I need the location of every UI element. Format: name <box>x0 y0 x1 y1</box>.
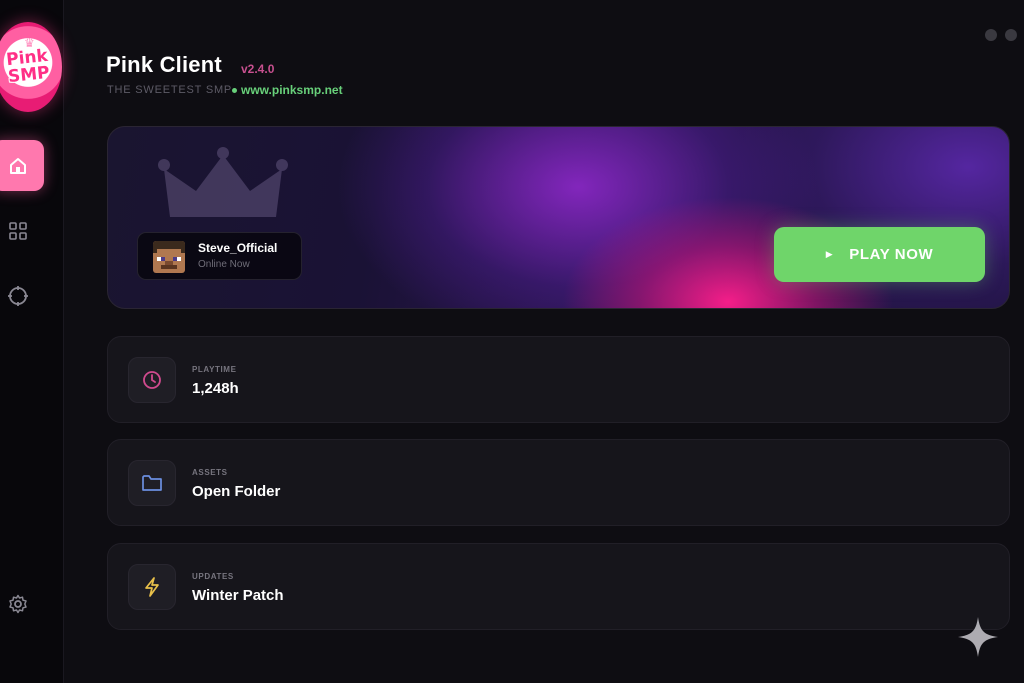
open-folder-link[interactable]: Open Folder <box>192 483 280 500</box>
assets-label: ASSETS <box>192 468 228 477</box>
assets-icon-box <box>128 460 176 506</box>
website-link[interactable]: www.pinksmp.net <box>232 83 343 97</box>
settings-button[interactable] <box>6 592 30 616</box>
crown-icon <box>158 147 288 217</box>
close-button[interactable] <box>1005 29 1017 41</box>
username: Steve_Official <box>198 241 278 255</box>
hero-banner: Steve_Official Online Now ▶ PLAY NOW <box>107 126 1010 309</box>
clock-icon <box>143 371 161 389</box>
playtime-value: 1,248h <box>192 380 239 397</box>
tagline: THE SWEETEST SMP <box>107 84 233 96</box>
playtime-icon-box <box>128 357 176 403</box>
sparkle-icon <box>958 617 998 657</box>
folder-icon <box>142 475 162 491</box>
playtime-label: PLAYTIME <box>192 365 237 374</box>
target-icon <box>8 286 28 306</box>
playtime-card: PLAYTIME 1,248h <box>107 336 1010 423</box>
version-badge: v2.4.0 <box>241 62 275 76</box>
gear-icon <box>9 594 27 614</box>
logo-text: Pink SMP <box>5 45 51 88</box>
sidebar: ♛ Pink SMP <box>0 0 64 683</box>
avatar <box>153 241 185 273</box>
minimize-button[interactable] <box>985 29 997 41</box>
app-title: Pink Client <box>106 52 222 77</box>
sidebar-item-home[interactable] <box>0 140 44 191</box>
grid-icon <box>9 222 27 240</box>
online-status: Online Now <box>198 259 250 270</box>
website-link-text: www.pinksmp.net <box>241 83 343 97</box>
user-profile-chip[interactable]: Steve_Official Online Now <box>137 232 302 280</box>
status-dot-icon <box>232 88 237 94</box>
play-icon: ▶ <box>825 249 834 259</box>
play-now-label: PLAY NOW <box>849 246 934 263</box>
assets-card[interactable]: ASSETS Open Folder <box>107 439 1010 526</box>
launcher-window: ♛ Pink SMP Pink Client v2.4.0 THE SWEETE… <box>0 0 1024 683</box>
lightning-icon <box>145 577 159 597</box>
sidebar-item-grid[interactable] <box>6 219 30 243</box>
home-icon <box>10 157 26 174</box>
play-now-button[interactable]: ▶ PLAY NOW <box>774 227 985 282</box>
pink-smp-logo[interactable]: ♛ Pink SMP <box>0 22 62 112</box>
updates-value: Winter Patch <box>192 587 284 604</box>
updates-label: UPDATES <box>192 572 234 581</box>
updates-icon-box <box>128 564 176 610</box>
updates-card[interactable]: UPDATES Winter Patch <box>107 543 1010 630</box>
sidebar-item-target[interactable] <box>6 284 30 308</box>
